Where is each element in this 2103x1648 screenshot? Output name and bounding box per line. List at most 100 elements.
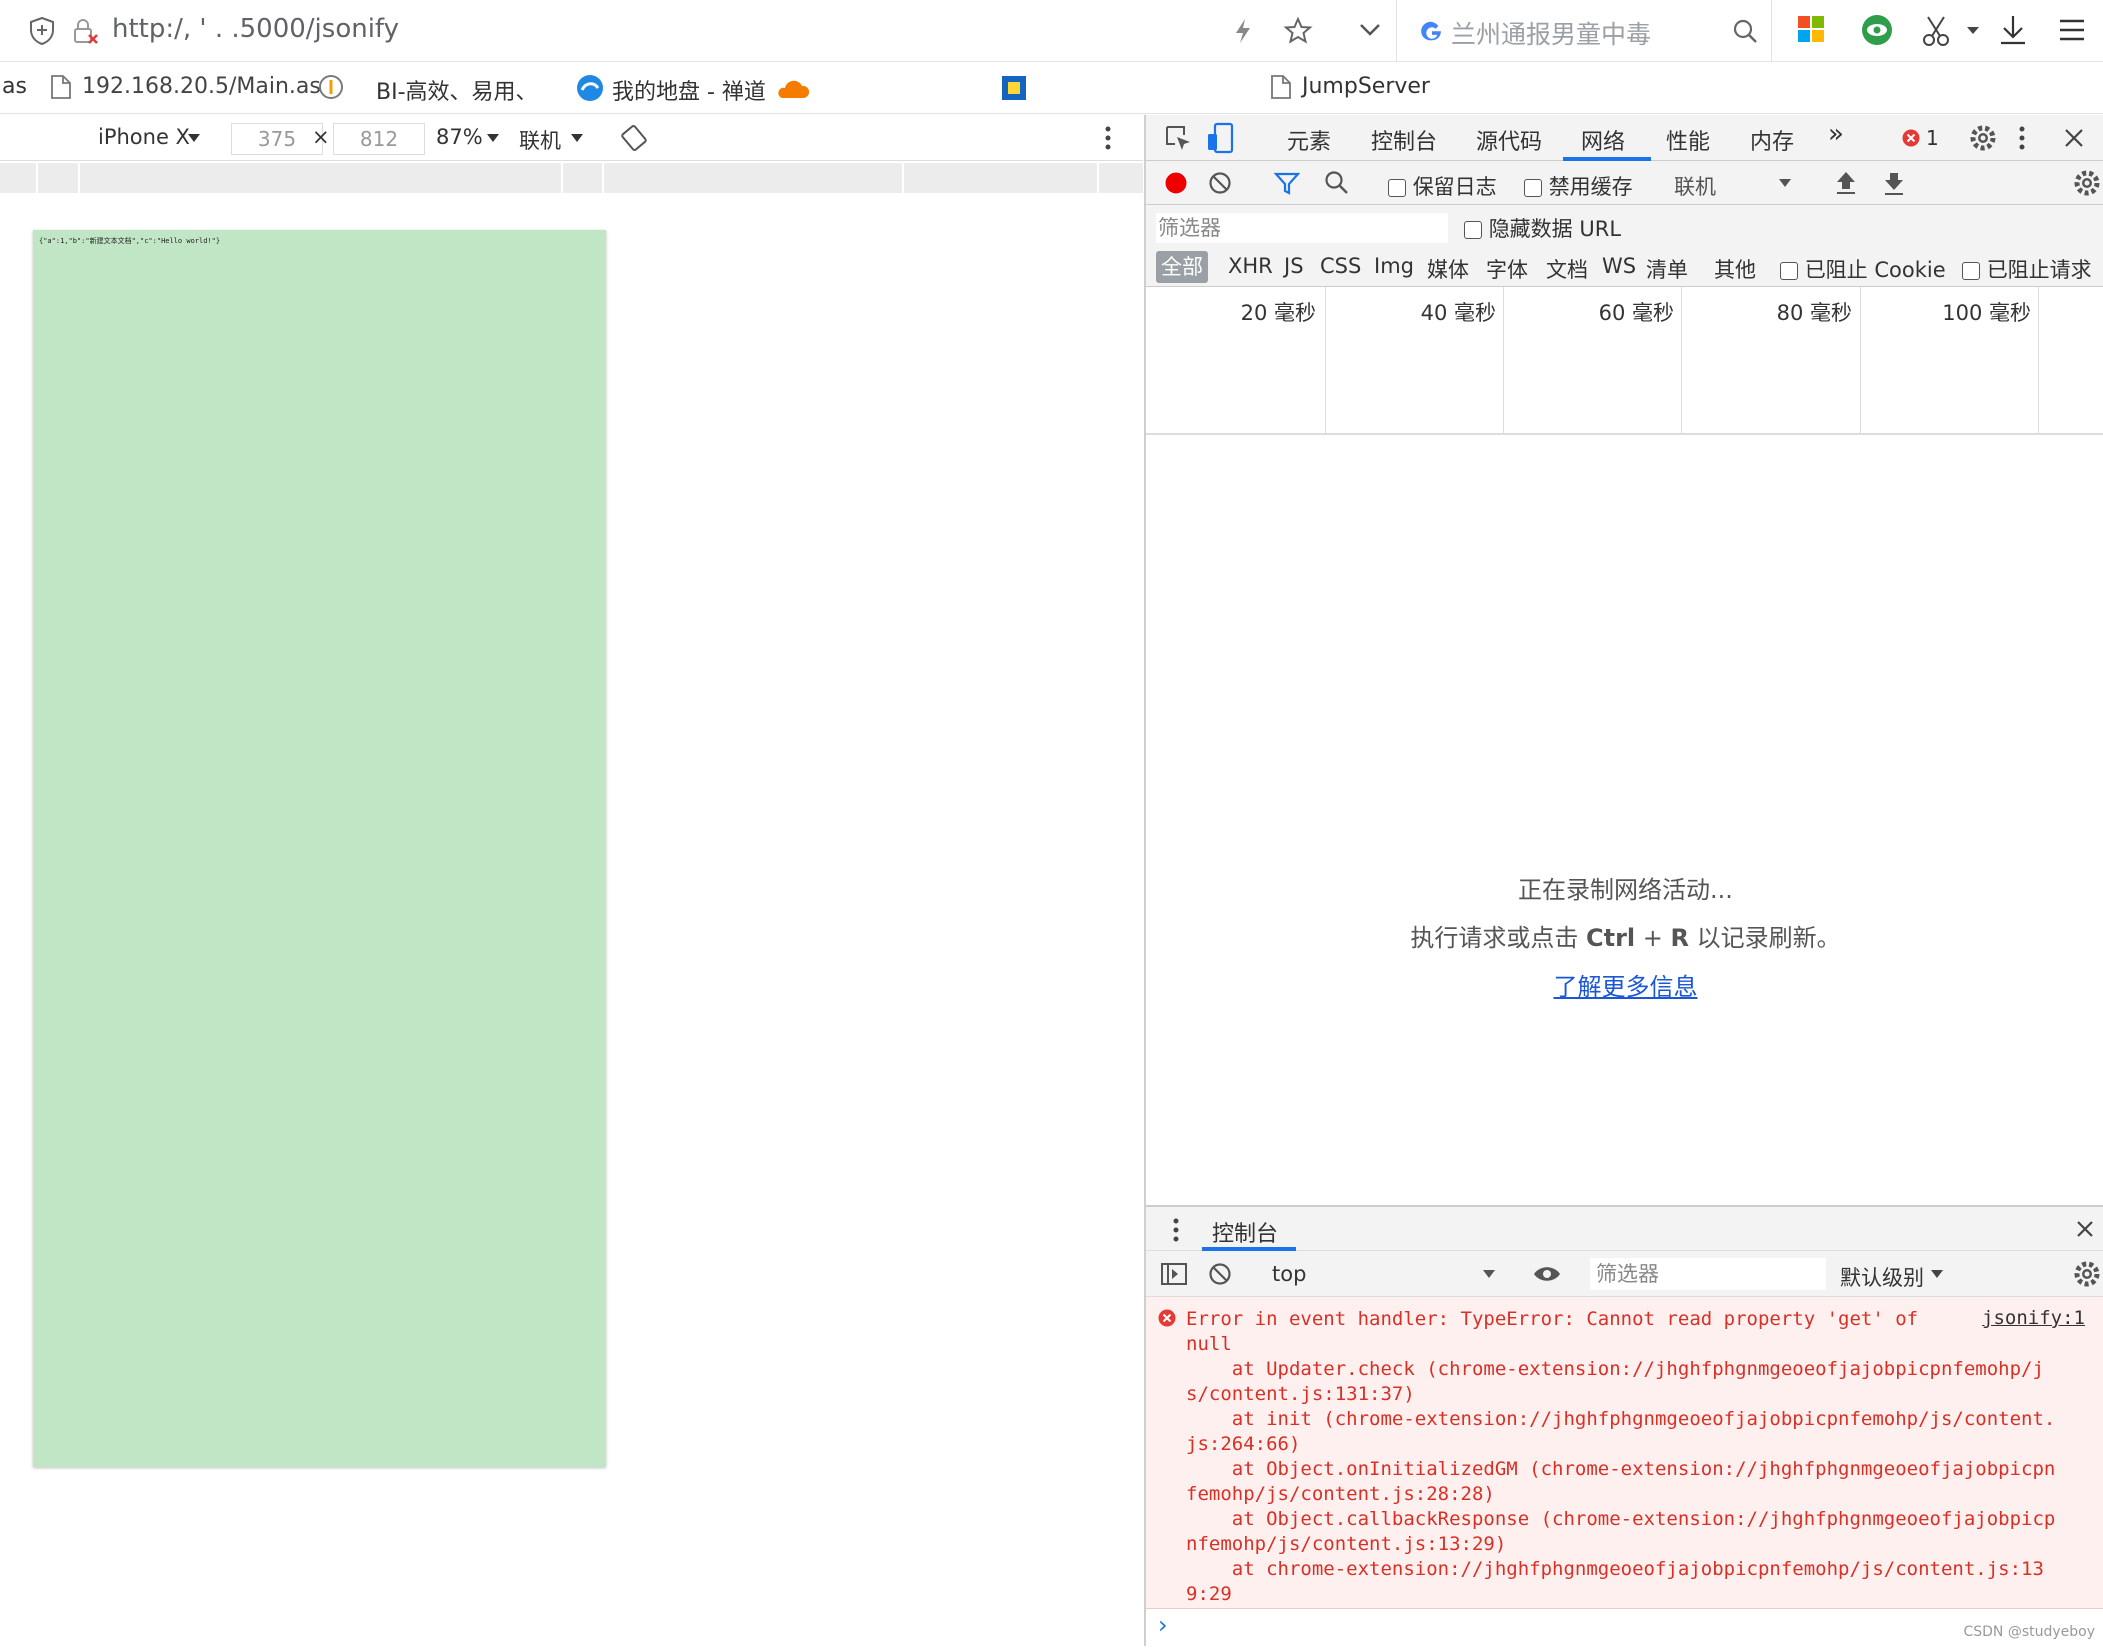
clear-icon[interactable] [1208,171,1232,195]
drawer-tab-console[interactable]: 控制台 [1212,1216,1278,1248]
page-icon [1271,75,1291,99]
timeline-tick: 20 毫秒 [1240,301,1316,325]
caret-down-icon[interactable] [486,133,500,143]
lightning-icon[interactable] [1232,17,1254,45]
more-tabs-button[interactable]: » [1828,119,1844,149]
menu-icon[interactable] [2058,18,2086,42]
close-icon[interactable] [2076,1220,2094,1238]
more-vertical-icon[interactable] [1172,1217,1180,1243]
console-prompt[interactable]: › CSDN @studyeboy [1146,1609,2103,1648]
network-settings-icon[interactable] [2074,170,2100,196]
error-source-link[interactable]: jsonify:1 [1982,1307,2085,1329]
url-text[interactable]: http:/, ' . .5000/jsonify [112,14,399,44]
address-bar[interactable]: http:/, ' . .5000/jsonify [0,0,1395,62]
device-select[interactable]: iPhone X [98,125,190,149]
disable-cache-label: 禁用缓存 [1548,175,1633,199]
log-level-select[interactable]: 默认级别 [1840,1262,1924,1292]
settings-gear-icon[interactable] [1970,125,1996,151]
export-har-icon[interactable] [1882,170,1906,196]
preserve-log-checkbox[interactable]: 保留日志 [1388,171,1497,201]
network-throttle-select[interactable]: 联机 [1674,171,1716,201]
learn-more-link[interactable]: 了解更多信息 [1146,967,2103,1002]
zoom-select[interactable]: 87% [436,125,483,149]
caret-down-icon[interactable] [1966,26,1980,36]
caret-down-icon[interactable] [1778,178,1792,188]
watermark: CSDN @studyeboy [1963,1624,2095,1640]
sidebar-toggle-icon[interactable] [1160,1262,1188,1286]
cloud-icon [778,80,810,98]
tab-sources[interactable]: 源代码 [1476,124,1542,156]
media-query-ruler[interactable] [0,163,1143,193]
filter-manifest[interactable]: 清单 [1646,254,1688,284]
clear-console-icon[interactable] [1208,1262,1232,1286]
apps-grid-icon[interactable] [1797,15,1825,43]
bookmark-item[interactable]: as [2,74,27,99]
bookmark-item[interactable]: BI-高效、易用、 [376,74,538,106]
caret-down-icon[interactable] [570,133,584,143]
network-overview-timeline[interactable]: 20 毫秒 40 毫秒 60 毫秒 80 毫秒 100 毫秒 [1146,287,2103,435]
filter-media[interactable]: 媒体 [1427,254,1469,284]
search-icon[interactable] [1731,17,1759,45]
error-stack-trace[interactable]: Error in event handler: TypeError: Canno… [1186,1307,2055,1607]
more-vertical-icon[interactable] [1104,125,1112,151]
caret-down-icon[interactable] [1930,1269,1944,1279]
error-icon[interactable] [1902,129,1920,147]
height-input[interactable]: 812 [333,123,425,155]
more-vertical-icon[interactable] [2018,125,2026,151]
tab-network[interactable]: 网络 [1581,124,1625,156]
shield-icon[interactable] [28,16,56,46]
throttle-select[interactable]: 联机 [519,125,561,155]
console-error-message[interactable]: Error in event handler: TypeError: Canno… [1146,1297,2103,1609]
width-input[interactable]: 375 [231,123,323,155]
star-icon[interactable] [1283,16,1313,46]
json-output: {"a":1,"b":"新建文本文档","c":"Hello world!"} [39,237,221,245]
search-input[interactable]: 兰州通报男童中毒 [1451,15,1651,51]
network-filter-input[interactable]: 筛选器 [1156,213,1448,243]
blocked-cookies-checkbox[interactable]: 已阻止 Cookie [1780,254,1946,284]
search-icon[interactable] [1324,170,1350,196]
rotate-icon[interactable] [620,124,648,152]
import-har-icon[interactable] [1834,170,1858,196]
scissors-icon[interactable] [1920,14,1954,48]
search-box[interactable]: 兰州通报男童中毒 [1396,0,1772,62]
inspect-element-icon[interactable] [1164,124,1192,152]
disable-cache-checkbox[interactable]: 禁用缓存 [1524,171,1633,201]
insecure-lock-icon[interactable] [72,18,100,46]
filter-doc[interactable]: 文档 [1546,254,1588,284]
filter-js[interactable]: JS [1284,254,1304,278]
filter-font[interactable]: 字体 [1486,254,1528,284]
download-icon[interactable] [1998,14,2028,46]
tab-performance[interactable]: 性能 [1666,124,1710,156]
eye-extension-icon[interactable] [1861,14,1893,46]
prompt-caret: › [1158,1611,1168,1639]
bookmark-jumpserver[interactable]: JumpServer [1302,74,1430,99]
filter-other[interactable]: 其他 [1714,254,1756,284]
tab-elements[interactable]: 元素 [1287,124,1331,156]
filter-img[interactable]: Img [1374,254,1414,278]
caret-down-icon[interactable] [187,133,201,143]
record-hint: 执行请求或点击 Ctrl + R 以记录刷新。 [1146,918,2103,953]
blocked-requests-checkbox[interactable]: 已阻止请求 [1962,254,2092,284]
bookmark-item[interactable]: 192.168.20.5/Main.as [82,74,321,99]
context-select[interactable]: top [1272,1262,1306,1286]
record-icon[interactable] [1164,171,1188,195]
filter-icon[interactable] [1274,171,1300,195]
console-settings-icon[interactable] [2074,1261,2100,1287]
close-icon[interactable] [2064,128,2084,148]
bookmark-item[interactable]: 我的地盘 - 禅道 [612,74,766,106]
page-content: {"a":1,"b":"新建文本文档","c":"Hello world!"} [33,230,606,1467]
filter-xhr[interactable]: XHR [1228,254,1273,278]
tab-memory[interactable]: 内存 [1750,124,1794,156]
blocked-requests-label: 已阻止请求 [1986,258,2092,282]
tab-console[interactable]: 控制台 [1371,124,1437,156]
caret-down-icon[interactable] [1482,1269,1496,1279]
hide-data-url-checkbox[interactable]: 隐藏数据 URL [1464,213,1621,243]
error-count[interactable]: 1 [1926,126,1939,150]
filter-ws[interactable]: WS [1602,254,1636,278]
chevron-down-icon[interactable] [1358,22,1382,38]
console-filter-input[interactable]: 筛选器 [1590,1258,1826,1290]
filter-css[interactable]: CSS [1320,254,1361,278]
filter-all[interactable]: 全部 [1156,251,1208,283]
eye-icon[interactable] [1532,1263,1562,1285]
device-toggle-icon[interactable] [1206,122,1234,154]
